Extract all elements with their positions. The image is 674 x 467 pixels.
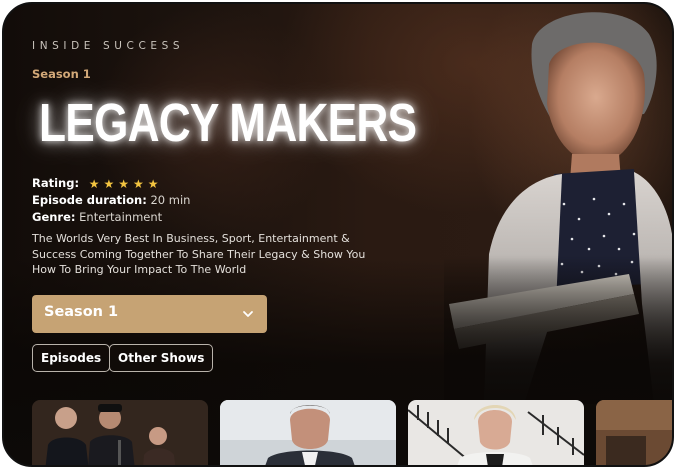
show-title: LEGACY MAKERS: [39, 93, 417, 153]
episode-thumb-panel[interactable]: [32, 400, 208, 467]
rating-stars: ★ ★ ★ ★ ★: [89, 178, 159, 190]
season-tag: Season 1: [32, 67, 91, 81]
rating-row: Rating: ★ ★ ★ ★ ★: [32, 176, 159, 190]
rating-label: Rating:: [32, 176, 80, 190]
genre-value: Entertainment: [79, 210, 163, 224]
genre-label: Genre:: [32, 210, 76, 224]
episode-thumb-man-suit[interactable]: [220, 400, 396, 467]
star-icon: ★: [133, 177, 144, 191]
episode-thumb-partial[interactable]: [596, 400, 674, 467]
season-dropdown-label: Season 1: [44, 304, 119, 320]
duration-value: 20 min: [150, 193, 191, 207]
tab-other-shows[interactable]: Other Shows: [109, 344, 214, 372]
episode-thumb-woman-stairs[interactable]: [408, 400, 584, 467]
genre-row: Genre: Entertainment: [32, 210, 162, 224]
app-frame: INSIDE SUCCESS Season 1 LEGACY MAKERS Ra…: [2, 2, 674, 467]
season-dropdown[interactable]: Season 1: [32, 295, 267, 333]
star-icon: ★: [147, 177, 159, 191]
duration-row: Episode duration: 20 min: [32, 193, 190, 207]
star-icon: ★: [103, 177, 115, 191]
episode-thumbnails: [32, 400, 674, 467]
show-description: The Worlds Very Best In Business, Sport,…: [32, 232, 366, 276]
duration-label: Episode duration:: [32, 193, 147, 207]
show-eyebrow: INSIDE SUCCESS: [32, 40, 185, 52]
star-icon: ★: [118, 177, 130, 191]
tab-episodes[interactable]: Episodes: [32, 344, 111, 372]
star-icon: ★: [88, 177, 100, 191]
chevron-down-icon: [243, 311, 253, 317]
